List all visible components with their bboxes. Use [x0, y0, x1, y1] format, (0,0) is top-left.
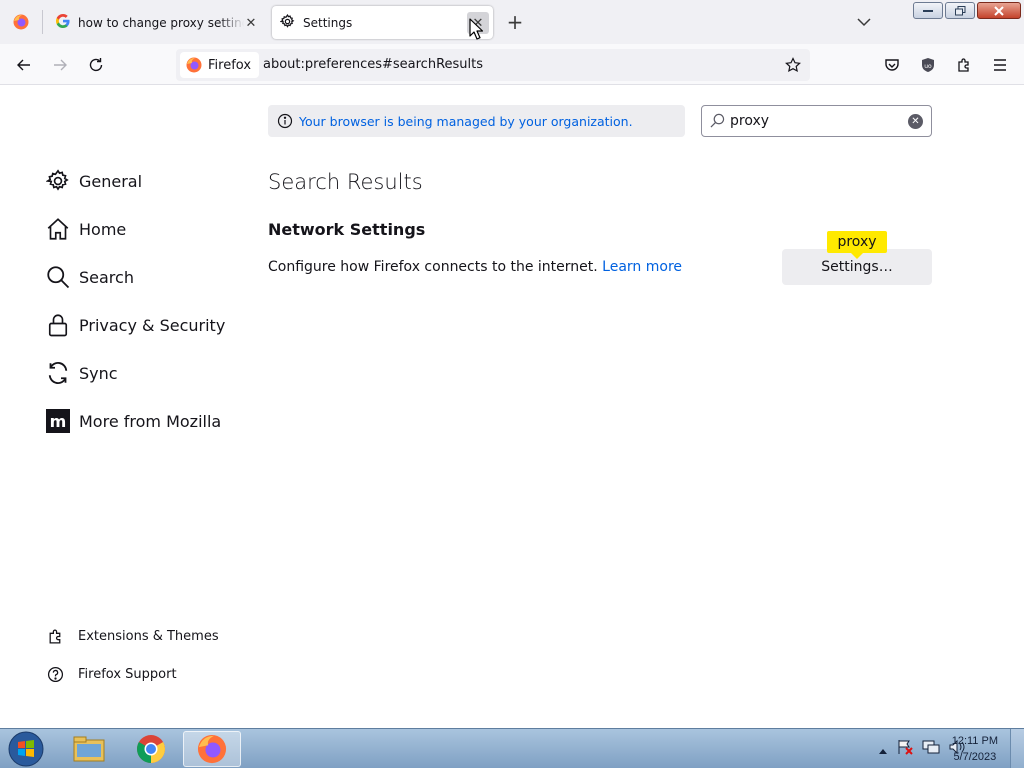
show-hidden-icons-icon[interactable]	[878, 740, 888, 759]
tab-separator	[42, 10, 43, 34]
network-settings-description: Configure how Firefox connects to the in…	[268, 259, 682, 275]
firefox-icon	[13, 14, 29, 30]
footer-label: Extensions & Themes	[78, 628, 219, 644]
category-sync[interactable]: Sync	[44, 353, 244, 393]
restore-button[interactable]	[945, 2, 975, 19]
category-label: Privacy & Security	[79, 315, 226, 335]
url-bar[interactable]: Firefox about:preferences#searchResults	[176, 49, 810, 81]
category-home[interactable]: Home	[44, 209, 244, 249]
search-input[interactable]	[730, 110, 900, 132]
home-icon	[44, 215, 72, 243]
info-icon	[277, 113, 293, 129]
firefox-taskbar-button[interactable]	[183, 731, 241, 767]
new-tab-button[interactable]: +	[504, 10, 526, 34]
navigation-toolbar: Firefox about:preferences#searchResults …	[0, 44, 1024, 85]
category-privacy[interactable]: Privacy & Security	[44, 305, 244, 345]
windows-logo-icon	[8, 731, 44, 767]
minimize-button[interactable]	[913, 2, 943, 19]
category-more-from-mozilla[interactable]: m More from Mozilla	[44, 401, 244, 441]
close-tab-icon[interactable]: ✕	[240, 12, 262, 34]
tab-google-search[interactable]: how to change proxy setting with ✕	[46, 6, 266, 39]
network-desc-text: Configure how Firefox connects to the in…	[268, 259, 598, 275]
clear-search-icon[interactable]: ✕	[908, 114, 923, 129]
learn-more-link[interactable]: Learn more	[602, 259, 682, 275]
search-icon	[710, 113, 725, 132]
clock-date: 5/7/2023	[953, 751, 997, 763]
star-icon[interactable]	[780, 52, 806, 78]
category-label: Home	[79, 219, 127, 239]
close-window-button[interactable]	[977, 2, 1021, 19]
sync-icon	[44, 359, 72, 387]
firefox-view-button[interactable]	[0, 0, 42, 44]
identity-box[interactable]: Firefox	[180, 52, 260, 78]
category-search[interactable]: Search	[44, 257, 244, 297]
lock-icon	[44, 311, 72, 339]
forward-button[interactable]	[45, 50, 75, 80]
chevron-down-icon[interactable]	[852, 10, 876, 34]
start-button[interactable]	[0, 731, 52, 767]
taskbar-clock[interactable]: 12:11 PM 5/7/2023	[952, 733, 998, 765]
gear-icon	[279, 13, 295, 32]
gear-icon	[44, 167, 72, 195]
menu-hamburger-icon[interactable]	[985, 50, 1015, 80]
network-settings-heading: Network Settings	[268, 220, 426, 239]
file-explorer-icon[interactable]	[60, 731, 118, 767]
category-label: Sync	[79, 363, 118, 383]
network-icon[interactable]	[922, 739, 940, 759]
show-desktop-button[interactable]	[1010, 729, 1024, 768]
extensions-puzzle-icon[interactable]	[949, 50, 979, 80]
action-center-flag-icon[interactable]	[896, 739, 914, 759]
ublock-shield-icon[interactable]: uo	[913, 50, 943, 80]
windows-taskbar: 12:11 PM 5/7/2023	[0, 728, 1024, 768]
settings-search-box[interactable]: ✕	[701, 105, 932, 137]
mozilla-icon: m	[44, 407, 72, 435]
firefox-icon	[186, 57, 202, 73]
window-controls	[913, 2, 1021, 19]
tab-title: Settings	[303, 15, 353, 30]
tab-title: how to change proxy setting with	[78, 15, 244, 30]
identity-label: Firefox	[208, 57, 252, 73]
reload-button[interactable]	[81, 50, 111, 80]
mouse-cursor-icon	[469, 18, 484, 44]
back-button[interactable]	[9, 50, 39, 80]
firefox-support-link[interactable]: Firefox Support	[44, 659, 177, 689]
pocket-icon[interactable]	[877, 50, 907, 80]
tab-bar: how to change proxy setting with ✕ Setti…	[0, 0, 1024, 44]
clock-time: 12:11 PM	[951, 735, 998, 747]
page-title: Search Results	[268, 170, 423, 194]
help-icon	[44, 663, 66, 685]
svg-text:uo: uo	[924, 63, 932, 70]
extensions-themes-link[interactable]: Extensions & Themes	[44, 621, 219, 651]
firefox-icon	[197, 734, 227, 764]
tab-settings[interactable]: Settings ✕	[272, 6, 493, 39]
category-label: General	[79, 171, 143, 191]
search-highlight-tooltip: proxy	[827, 231, 887, 259]
footer-label: Firefox Support	[78, 666, 177, 682]
category-label: More from Mozilla	[79, 411, 222, 431]
svg-text:m: m	[50, 412, 67, 431]
url-text[interactable]: about:preferences#searchResults	[263, 57, 483, 72]
google-icon	[56, 14, 70, 31]
search-icon	[44, 263, 72, 291]
chrome-icon[interactable]	[122, 731, 180, 767]
policies-text: Your browser is being managed by your or…	[299, 113, 633, 129]
category-label: Search	[79, 267, 134, 287]
policies-notice[interactable]: Your browser is being managed by your or…	[268, 105, 685, 137]
puzzle-icon	[44, 625, 66, 647]
category-general[interactable]: General	[44, 161, 244, 201]
